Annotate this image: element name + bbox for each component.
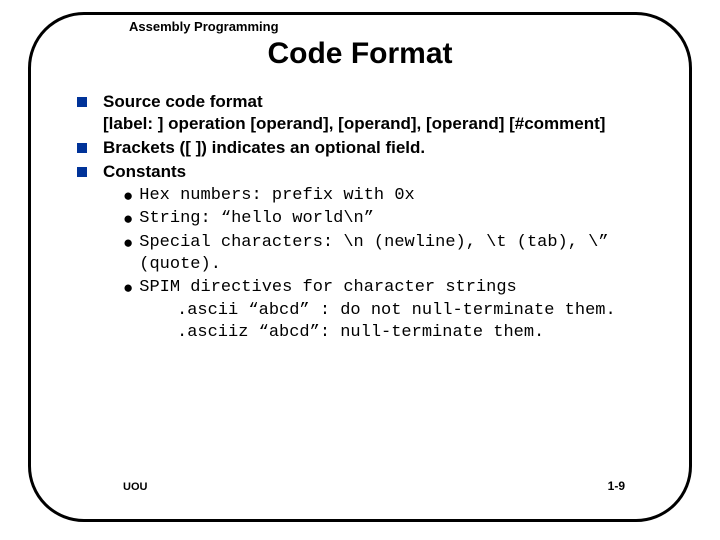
sub-bullet-text: Hex numbers: prefix with 0x — [139, 185, 414, 207]
chapter-label: Assembly Programming — [121, 19, 287, 34]
sub-bullet-text: String: “hello world\n” — [139, 208, 374, 230]
footer-org: UOU — [123, 481, 147, 493]
text-line: Source code format — [103, 91, 605, 113]
bullet-item: Constants — [77, 161, 649, 183]
disc-bullet-icon: ● — [123, 277, 133, 299]
sub-bullet-item: ● Special characters: \n (newline), \t (… — [123, 232, 649, 276]
sub-bullet-text: Special characters: \n (newline), \t (ta… — [139, 232, 649, 276]
disc-bullet-icon: ● — [123, 208, 133, 230]
slide-content: Source code format [label: ] operation [… — [31, 71, 689, 344]
sub-bullet-text: SPIM directives for character strings — [139, 277, 516, 299]
sub-sub-text: .asciiz “abcd”: null-terminate them. — [177, 322, 649, 344]
slide-title: Code Format — [31, 37, 689, 71]
slide-frame: Assembly Programming Code Format Source … — [28, 12, 692, 522]
bullet-item: Brackets ([ ]) indicates an optional fie… — [77, 137, 649, 159]
bullet-text: Source code format [label: ] operation [… — [103, 91, 605, 135]
bullet-text: Constants — [103, 161, 186, 183]
disc-bullet-icon: ● — [123, 232, 133, 254]
text-line: [label: ] operation [operand], [operand]… — [103, 113, 605, 135]
square-bullet-icon — [77, 143, 87, 153]
square-bullet-icon — [77, 97, 87, 107]
sub-bullet-item: ● String: “hello world\n” — [123, 208, 649, 230]
sub-bullet-item: ● SPIM directives for character strings — [123, 277, 649, 299]
disc-bullet-icon: ● — [123, 185, 133, 207]
bullet-item: Source code format [label: ] operation [… — [77, 91, 649, 135]
page-number: 1-9 — [608, 479, 625, 493]
square-bullet-icon — [77, 167, 87, 177]
sub-sub-text: .ascii “abcd” : do not null-terminate th… — [177, 300, 649, 322]
bullet-text: Brackets ([ ]) indicates an optional fie… — [103, 137, 425, 159]
sub-bullet-item: ● Hex numbers: prefix with 0x — [123, 185, 649, 207]
